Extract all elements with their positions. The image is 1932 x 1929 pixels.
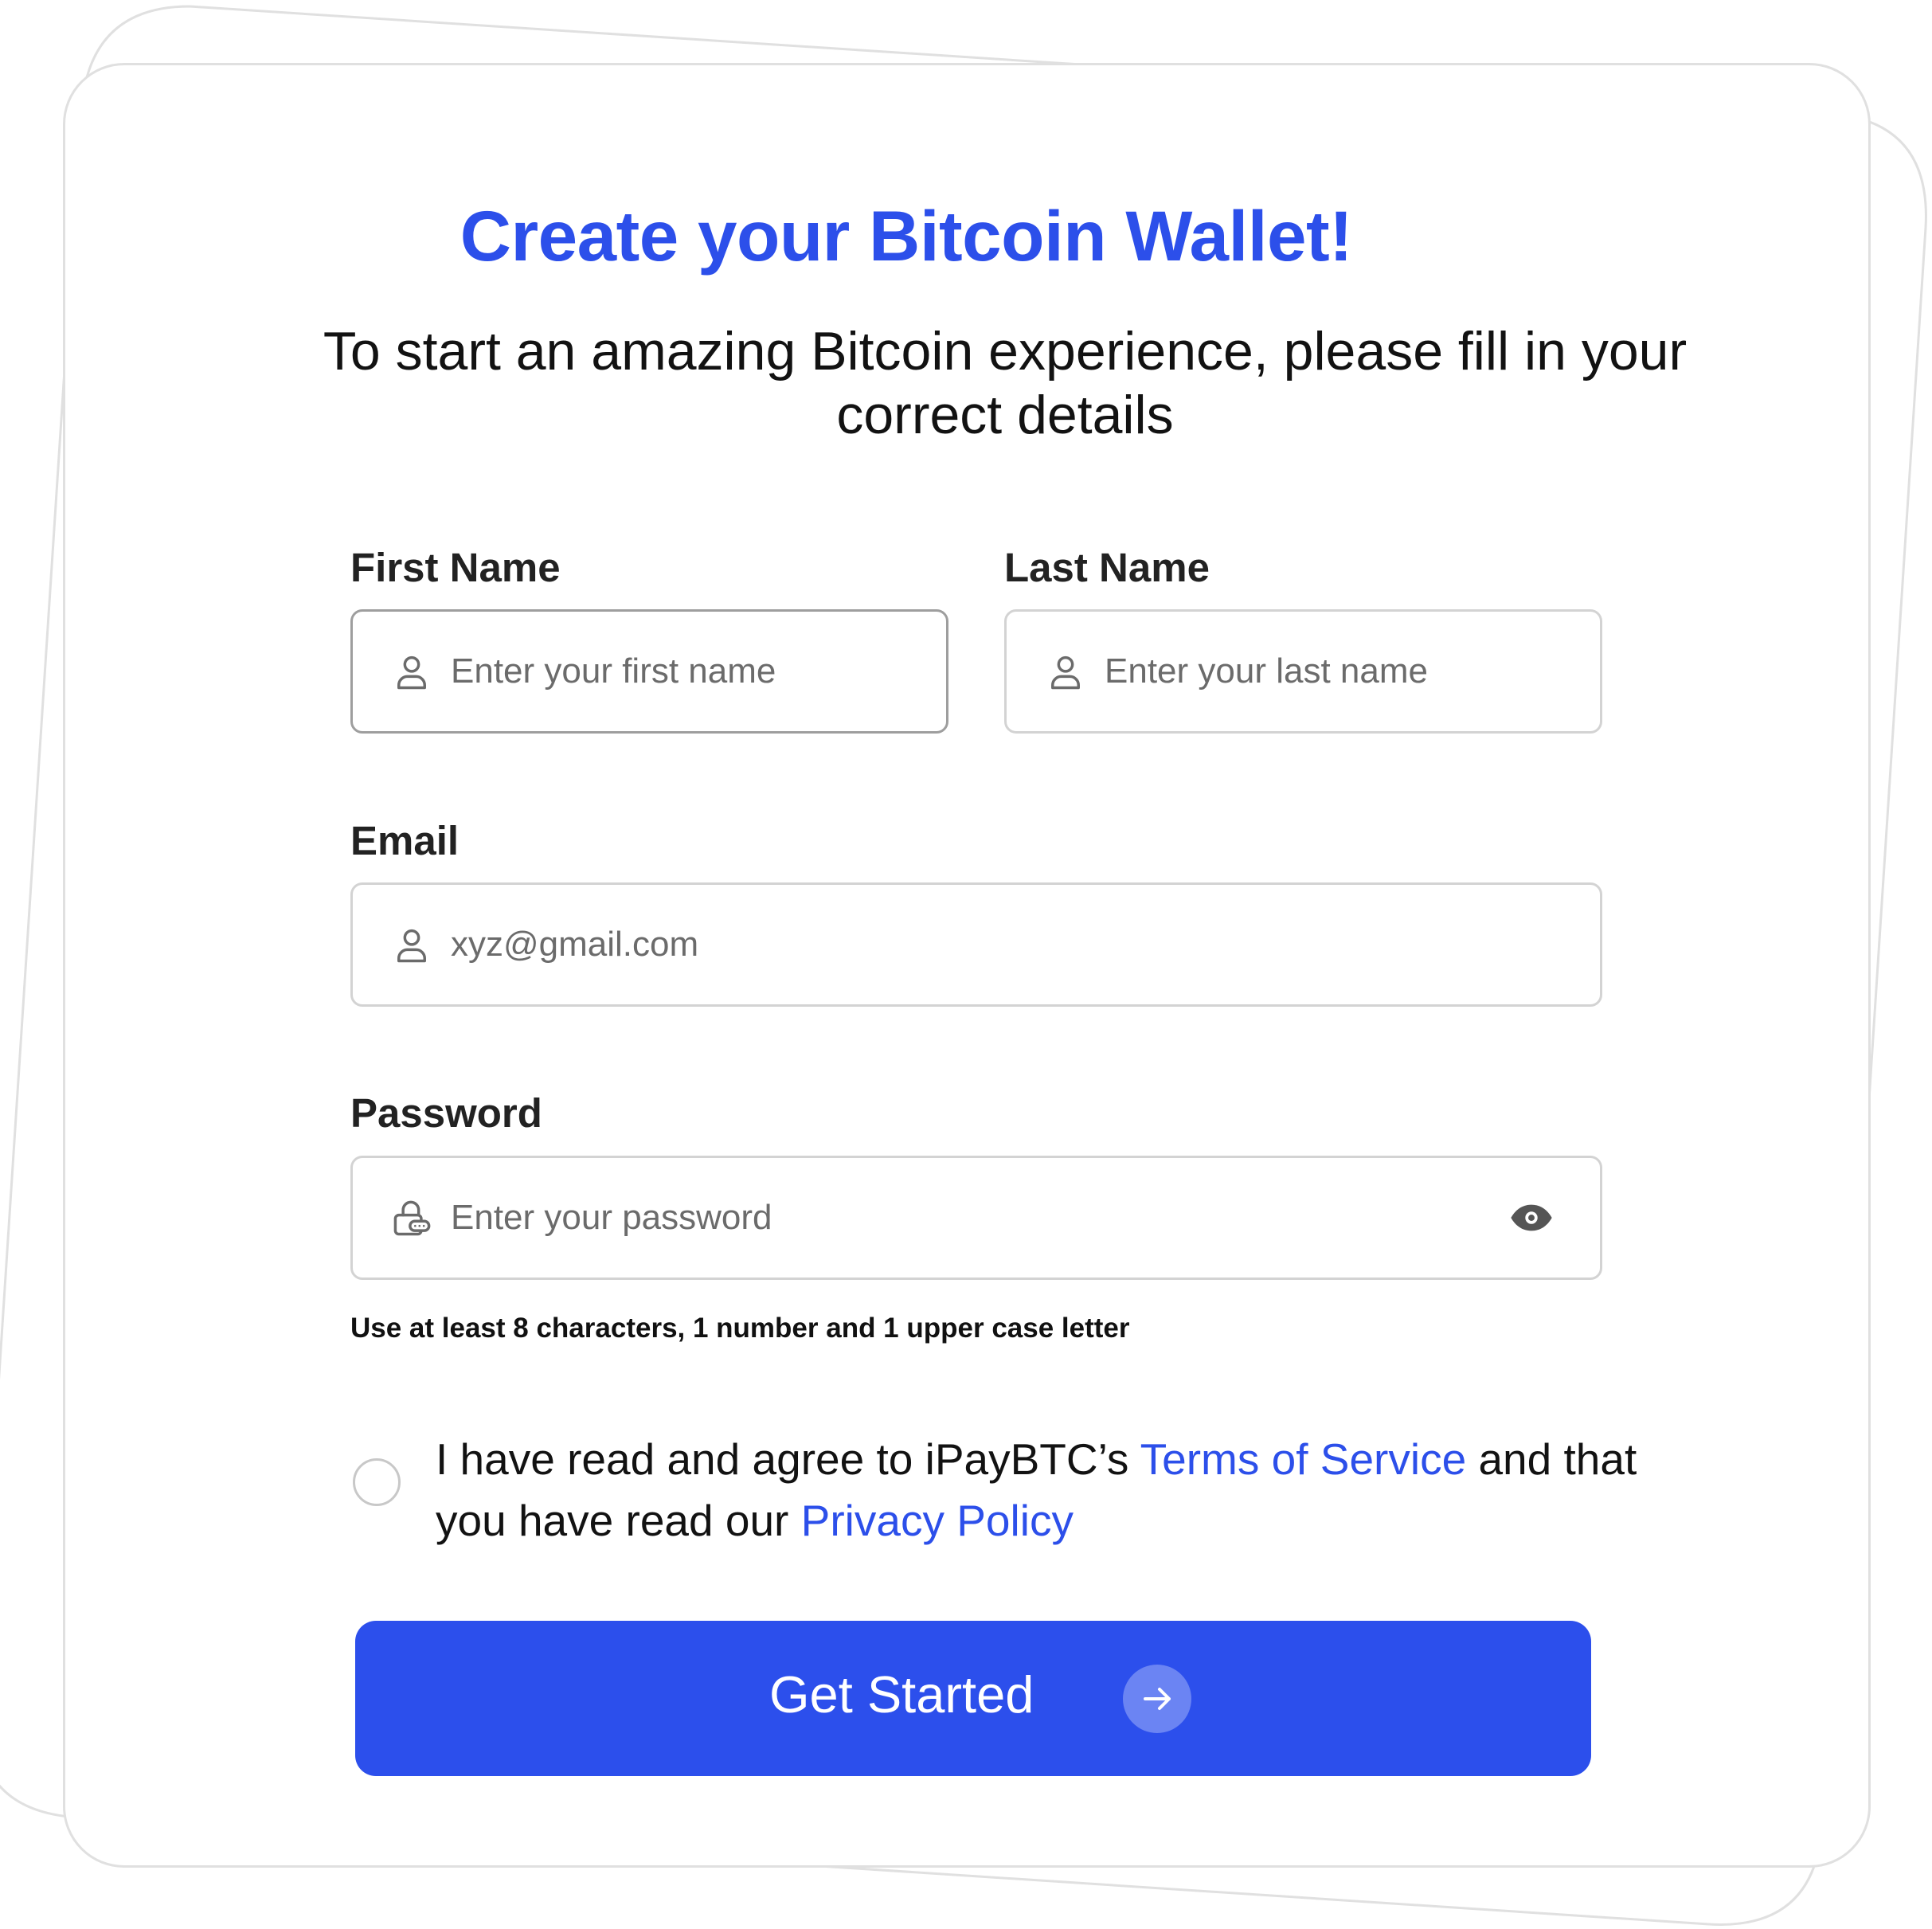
eye-icon[interactable]: [1509, 1195, 1554, 1240]
user-icon: [397, 655, 426, 690]
last-name-input[interactable]: [1105, 612, 1574, 731]
user-icon: [1051, 655, 1080, 690]
email-input[interactable]: [451, 885, 1566, 1004]
first-name-field[interactable]: [350, 609, 948, 734]
password-field[interactable]: [350, 1156, 1602, 1280]
first-name-label: First Name: [350, 545, 561, 590]
lock-icon: [393, 1200, 431, 1236]
page-subtitle: To start an amazing Bitcoin experience, …: [323, 321, 1688, 445]
privacy-policy-link[interactable]: Privacy Policy: [801, 1496, 1074, 1545]
password-input[interactable]: [451, 1158, 1462, 1278]
email-label: Email: [350, 818, 460, 863]
arrow-right-icon: [1123, 1665, 1191, 1733]
last-name-field[interactable]: [1004, 609, 1602, 734]
password-hint: Use at least 8 characters, 1 number and …: [350, 1313, 1130, 1344]
first-name-input[interactable]: [451, 612, 921, 731]
signup-card: Create your Bitcoin Wallet! To start an …: [63, 63, 1871, 1868]
email-field[interactable]: [350, 882, 1602, 1007]
user-icon: [397, 929, 426, 963]
last-name-label: Last Name: [1004, 545, 1210, 590]
agreement-text: I have read and agree to iPayBTC’s Terms…: [436, 1429, 1678, 1551]
get-started-button[interactable]: Get Started: [355, 1621, 1591, 1776]
agreement-text-start: I have read and agree to iPayBTC’s: [436, 1434, 1140, 1484]
get-started-label: Get Started: [769, 1665, 1034, 1724]
agree-checkbox[interactable]: [353, 1458, 401, 1506]
password-label: Password: [350, 1090, 542, 1136]
page-title: Create your Bitcoin Wallet!: [460, 196, 1353, 276]
terms-of-service-link[interactable]: Terms of Service: [1140, 1434, 1467, 1484]
